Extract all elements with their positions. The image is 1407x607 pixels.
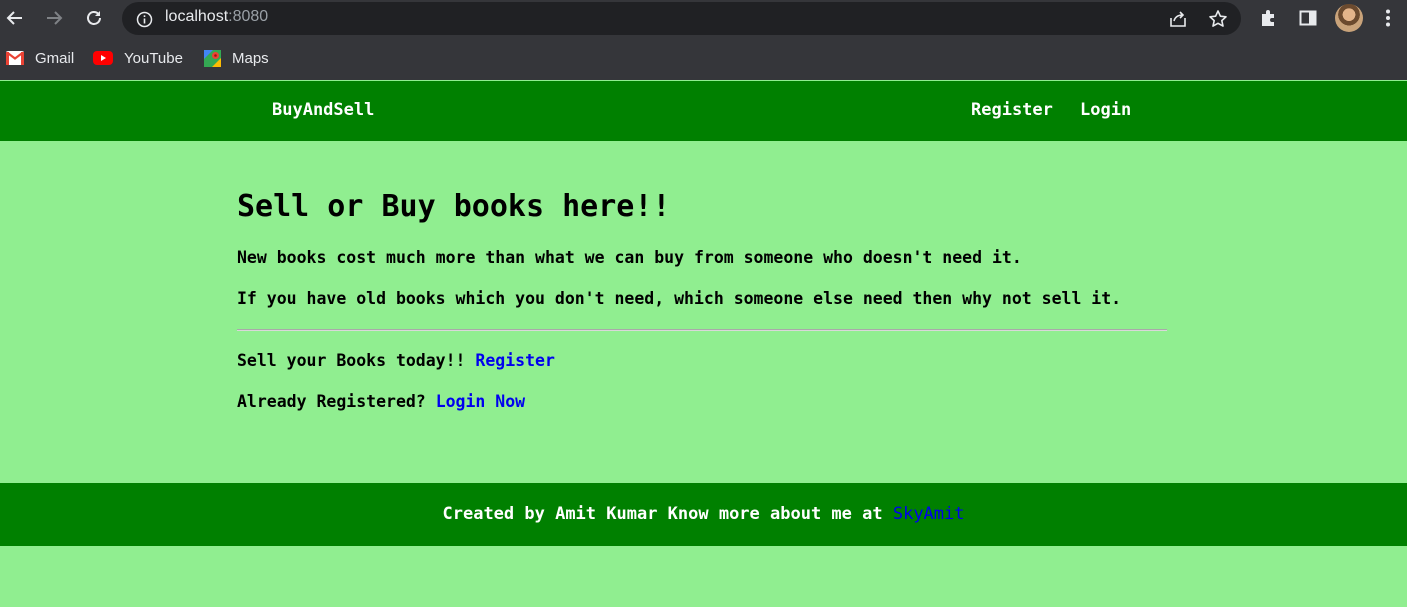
url-port: :8080 — [228, 8, 269, 25]
reload-button[interactable] — [81, 5, 107, 31]
site-footer: Created by Amit Kumar Know more about me… — [0, 483, 1407, 546]
login-cta: Already Registered? Login Now — [237, 392, 525, 411]
register-cta: Sell your Books today!! Register — [237, 351, 555, 370]
register-cta-text: Sell your Books today!! — [237, 351, 476, 370]
profile-avatar[interactable] — [1335, 4, 1363, 32]
forward-arrow-icon — [47, 11, 63, 25]
browser-chrome: localhost:8080 Gmail YouTube Maps — [0, 0, 1407, 80]
reload-icon — [87, 11, 101, 25]
brand-link[interactable]: BuyAndSell — [272, 100, 374, 120]
back-button[interactable] — [2, 5, 28, 31]
share-icon[interactable] — [1167, 8, 1189, 30]
intro-paragraph-1: New books cost much more than what we ca… — [237, 248, 1022, 267]
page-headline: Sell or Buy books here!! — [237, 189, 671, 224]
url-text: localhost:8080 — [165, 8, 268, 26]
url-host: localhost — [165, 8, 229, 25]
forward-button[interactable] — [41, 5, 67, 31]
nav-login-link[interactable]: Login — [1080, 100, 1131, 120]
bookmark-label: Gmail — [35, 49, 75, 67]
content-divider — [237, 329, 1167, 331]
browser-toolbar: localhost:8080 — [0, 0, 1407, 37]
side-panel-icon[interactable] — [1296, 6, 1320, 30]
youtube-icon — [93, 50, 113, 66]
bookmark-label: Maps — [232, 49, 269, 67]
login-now-link[interactable]: Login Now — [436, 392, 525, 411]
site-navbar: BuyAndSell Register Login — [0, 81, 1407, 141]
address-bar[interactable]: localhost:8080 — [122, 2, 1241, 35]
bookmarks-bar: Gmail YouTube Maps — [0, 40, 1407, 76]
bookmark-maps[interactable]: Maps — [203, 47, 269, 69]
register-link[interactable]: Register — [475, 351, 554, 370]
login-cta-text: Already Registered? — [237, 392, 436, 411]
menu-kebab-icon[interactable] — [1376, 6, 1400, 30]
bookmark-label: YouTube — [124, 49, 183, 67]
bookmark-youtube[interactable]: YouTube — [93, 47, 183, 69]
maps-icon — [203, 49, 221, 67]
bookmark-gmail[interactable]: Gmail — [6, 47, 74, 69]
footer-credit: Created by Amit Kumar Know more about me… — [442, 504, 893, 524]
back-arrow-icon — [6, 11, 22, 25]
nav-register-link[interactable]: Register — [971, 100, 1053, 120]
intro-paragraph-2: If you have old books which you don't ne… — [237, 289, 1122, 308]
extensions-icon[interactable] — [1256, 6, 1280, 30]
site-info-icon[interactable] — [134, 9, 154, 29]
bookmark-star-icon[interactable] — [1207, 8, 1229, 30]
gmail-icon — [6, 50, 24, 66]
skyamit-link[interactable]: SkyAmit — [893, 504, 965, 524]
footer-text: Created by Amit Kumar Know more about me… — [0, 504, 1407, 524]
